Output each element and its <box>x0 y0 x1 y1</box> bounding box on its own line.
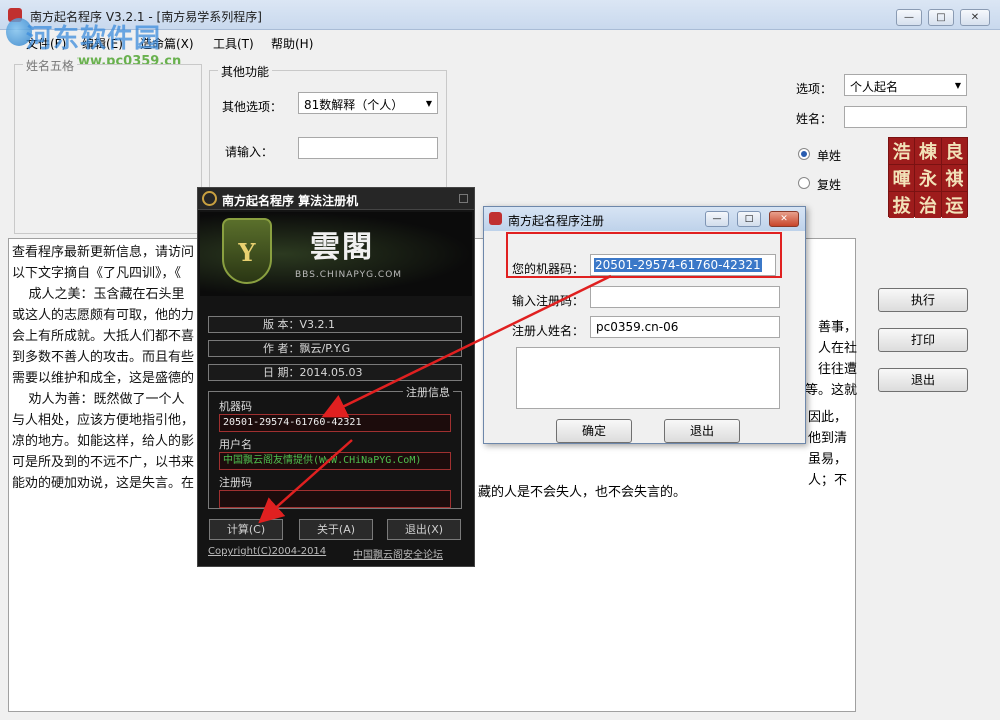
about-button[interactable]: 关于(A) <box>299 519 373 540</box>
radio-single-surname[interactable] <box>798 148 810 160</box>
execute-button[interactable]: 执行 <box>878 288 968 312</box>
menu-file[interactable]: 文件(F) <box>26 35 66 52</box>
content-fragment: 因此， <box>808 410 848 425</box>
reg-group-label: 注册信息 <box>403 384 453 400</box>
grid-char: 浩 <box>889 138 915 164</box>
register-minimize-button[interactable]: — <box>705 211 729 227</box>
group-label-name-grid: 姓名五格 <box>23 57 78 74</box>
maximize-button[interactable]: □ <box>928 9 954 26</box>
other-option-value: 81数解释（个人） <box>304 98 404 112</box>
kg-regcode-field[interactable] <box>219 490 451 508</box>
keygen-registration-group: 注册信息 机器码 20501-29574-61760-42321 用户名 中国飘… <box>208 384 462 509</box>
grid-char: 良 <box>941 138 967 164</box>
keygen-banner: Y 雲閣 BBS.CHINAPYG.COM <box>200 212 472 296</box>
grid-char: 棟 <box>915 138 941 164</box>
content-fragment: 人在社 <box>818 341 858 356</box>
menu-bar: 文件(F) 编辑(E) 造命篇(X) 工具(T) 帮助(H) <box>0 30 1000 52</box>
menu-edit[interactable]: 编辑(E) <box>82 35 123 52</box>
register-title-bar: 南方起名程序注册 — □ ✕ <box>484 207 805 231</box>
machine-code-highlight <box>506 232 782 278</box>
keygen-title: 南方起名程序 算法注册机 <box>222 194 359 208</box>
main-title-bar: 南方起名程序 V3.2.1 - [南方易学系列程序] — □ ✕ <box>0 0 1000 30</box>
grid-char: 永 <box>915 165 941 191</box>
date-value: 2014.05.03 <box>299 366 363 379</box>
radio-double-surname[interactable] <box>798 177 810 189</box>
minimize-button[interactable]: — <box>896 9 922 26</box>
name-grid-group: 姓名五格 <box>14 57 202 234</box>
other-option-label: 其他选项： <box>222 100 283 114</box>
regcode-input[interactable] <box>590 286 780 308</box>
input-label: 请输入： <box>225 145 274 159</box>
author-label: 作 者： <box>263 342 300 355</box>
name-character-grid: 浩 棟 良 暉 永 祺 拔 治 运 <box>888 137 968 218</box>
copyright-link[interactable]: Copyright(C)2004-2014 <box>208 546 326 557</box>
grid-char: 祺 <box>941 165 967 191</box>
version-label: 版 本： <box>263 318 300 331</box>
radio-single-label: 单姓 <box>817 149 842 163</box>
keygen-title-bar: 南方起名程序 算法注册机 <box>198 188 474 210</box>
close-button[interactable]: ✕ <box>960 9 990 26</box>
shield-letter: Y <box>238 238 256 267</box>
keygen-site: BBS.CHINAPYG.COM <box>295 270 403 280</box>
name-input[interactable] <box>844 106 967 128</box>
keygen-date-row: 日 期：2014.05.03 <box>208 364 462 381</box>
shield-icon: Y <box>222 218 272 284</box>
grid-char: 暉 <box>889 165 915 191</box>
group-label-other-functions: 其他功能 <box>218 63 273 80</box>
grid-char: 治 <box>915 192 941 218</box>
content-fragment: 往往遭 <box>818 362 858 377</box>
content-fragment: 藏的人是不会失人，也不会失言的。 <box>478 485 687 500</box>
register-exit-button[interactable]: 退出 <box>664 419 740 443</box>
menu-help[interactable]: 帮助(H) <box>271 35 313 52</box>
grid-char: 拔 <box>889 192 915 218</box>
register-app-icon <box>489 212 502 225</box>
register-title: 南方起名程序注册 <box>508 214 605 228</box>
right-option-label: 选项： <box>796 82 833 96</box>
exit-button[interactable]: 退出 <box>878 368 968 392</box>
keygen-window: 南方起名程序 算法注册机 Y 雲閣 BBS.CHINAPYG.COM 版 本：V… <box>197 187 475 567</box>
kg-username-field[interactable]: 中国飘云阁友情提供(WwW.CHiNaPYG.CoM) <box>219 452 451 470</box>
register-close-button[interactable]: ✕ <box>769 211 799 227</box>
menu-zaoming[interactable]: 造命篇(X) <box>140 35 194 52</box>
kg-user-label: 用户名 <box>219 438 252 451</box>
other-option-select[interactable]: 81数解释（个人） ▼ <box>298 92 438 114</box>
content-fragment: 虽易， <box>808 452 848 467</box>
right-option-value: 个人起名 <box>850 80 899 94</box>
content-fragment: 人；不 <box>808 473 848 488</box>
content-fragment: 等。这就 <box>805 383 858 398</box>
chevron-down-icon: ▼ <box>425 99 432 108</box>
keygen-author-row: 作 者：飘云/P.Y.G <box>208 340 462 357</box>
func-input[interactable] <box>298 137 438 159</box>
right-option-select[interactable]: 个人起名 ▼ <box>844 74 967 96</box>
kg-machine-code-field[interactable]: 20501-29574-61760-42321 <box>219 414 451 432</box>
regcode-label: 输入注册码： <box>512 294 585 308</box>
name-label: 姓名： <box>796 112 833 126</box>
print-button[interactable]: 打印 <box>878 328 968 352</box>
keygen-logo-text: 雲閣 <box>310 230 374 265</box>
keygen-icon <box>202 191 217 206</box>
register-maximize-button[interactable]: □ <box>737 211 761 227</box>
menu-tools[interactable]: 工具(T) <box>213 35 254 52</box>
content-fragment: 善事， <box>818 320 858 335</box>
content-fragment: 他到清 <box>808 431 848 446</box>
app-icon <box>8 8 22 22</box>
reg-name-input[interactable]: pc0359.cn-06 <box>590 316 780 338</box>
keygen-version-row: 版 本：V3.2.1 <box>208 316 462 333</box>
version-value: V3.2.1 <box>299 318 336 331</box>
kg-regcode-label: 注册码 <box>219 476 252 489</box>
radio-double-label: 复姓 <box>817 178 842 192</box>
keygen-close-icon[interactable] <box>459 194 468 203</box>
chevron-down-icon: ▼ <box>954 81 961 90</box>
author-value: 飘云/P.Y.G <box>299 342 351 355</box>
reg-name-label: 注册人姓名： <box>512 324 585 338</box>
calculate-button[interactable]: 计算(C) <box>209 519 283 540</box>
grid-char: 运 <box>941 192 967 218</box>
kg-machine-label: 机器码 <box>219 400 252 413</box>
register-info-box[interactable] <box>516 347 780 409</box>
date-label: 日 期： <box>263 366 300 379</box>
forum-link[interactable]: 中国飘云阁安全论坛 <box>353 546 443 561</box>
keygen-exit-button[interactable]: 退出(X) <box>387 519 461 540</box>
ok-button[interactable]: 确定 <box>556 419 632 443</box>
window-title: 南方起名程序 V3.2.1 - [南方易学系列程序] <box>30 10 262 24</box>
